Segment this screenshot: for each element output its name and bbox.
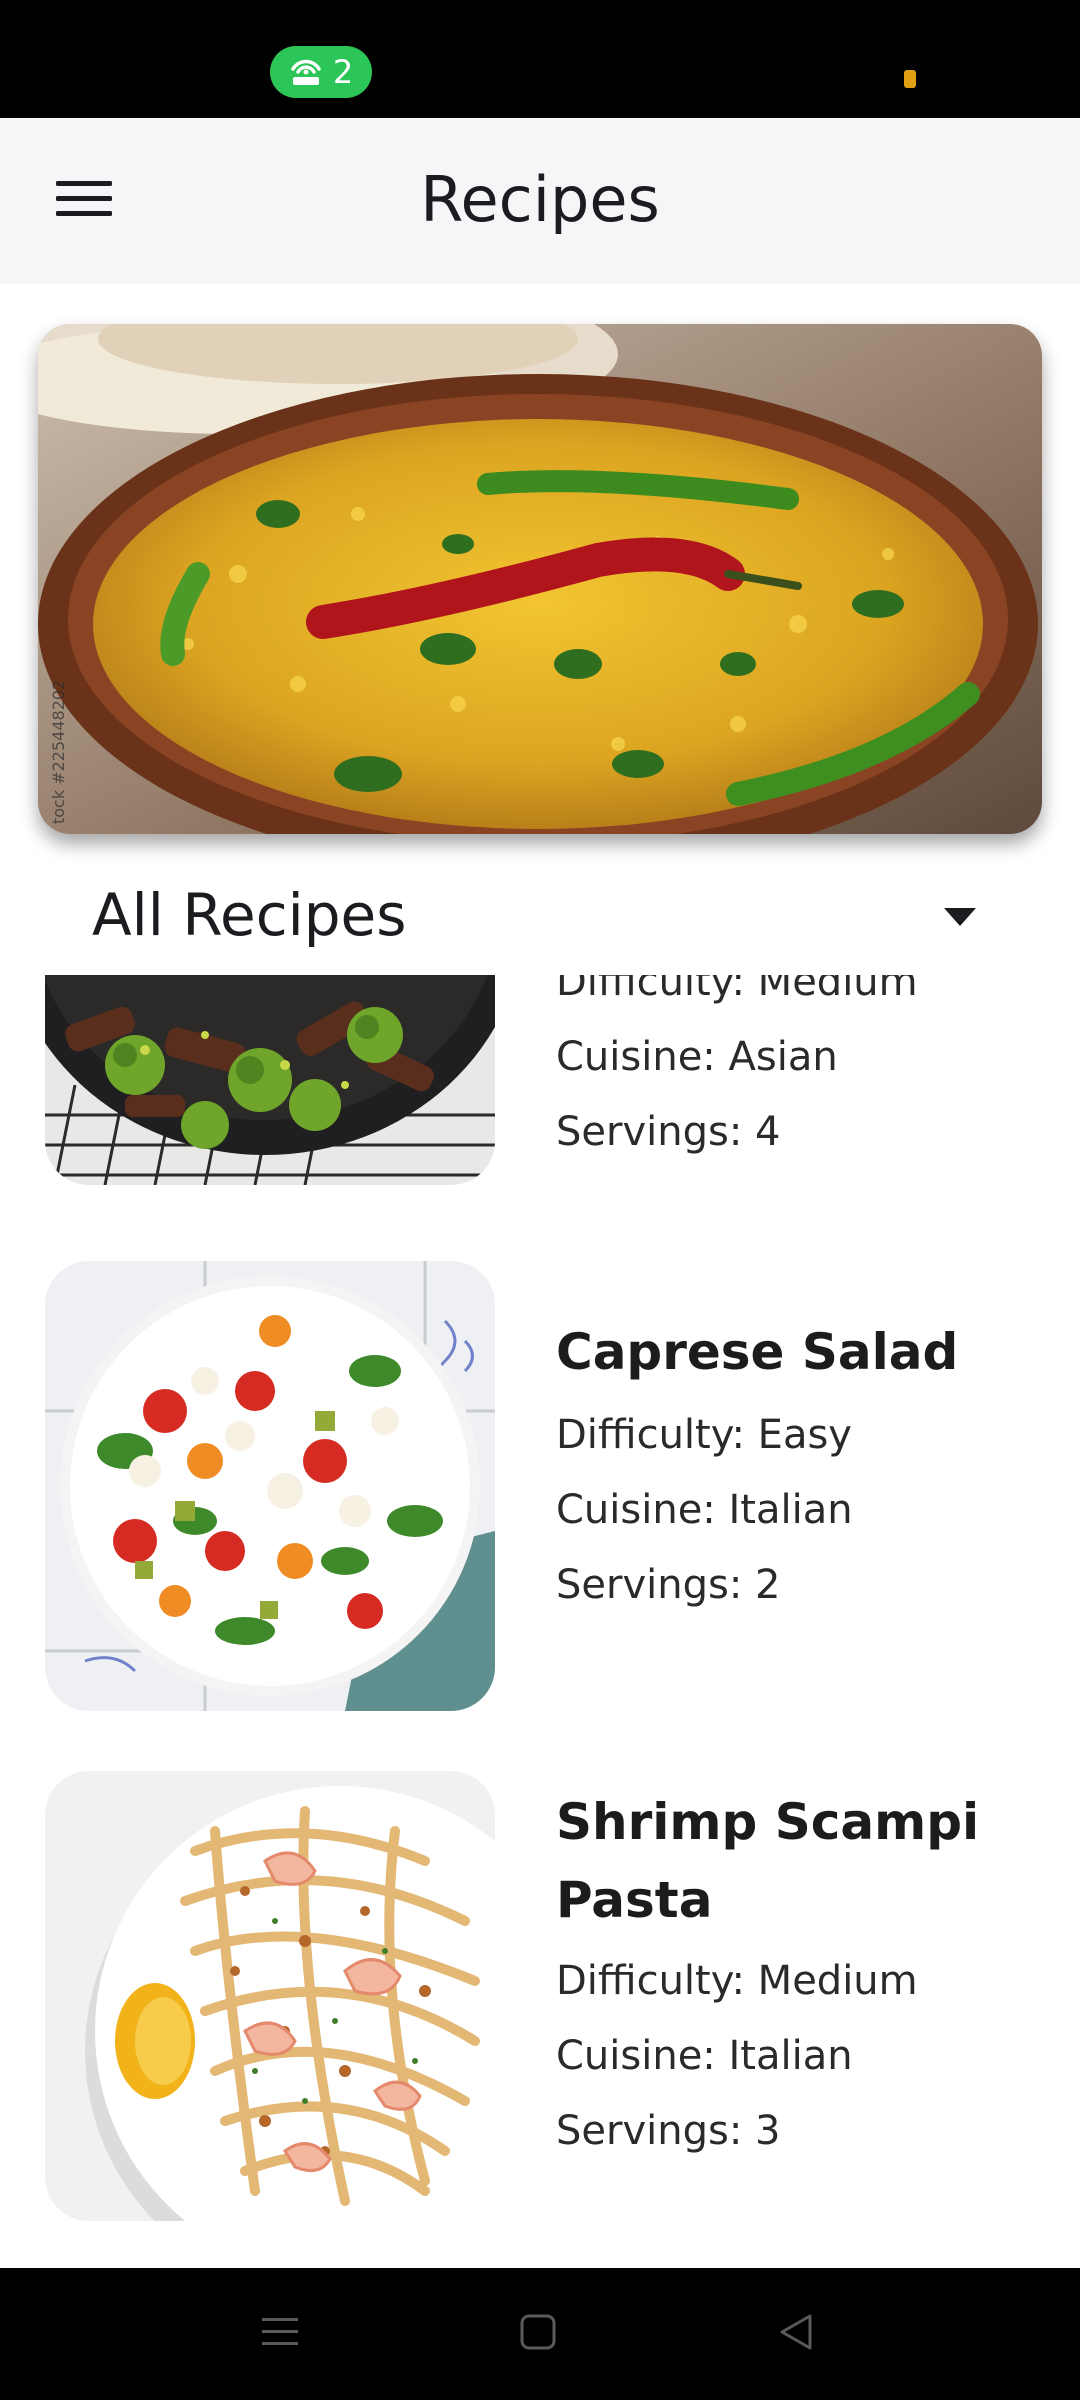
filter-selected-label: All Recipes <box>92 881 407 949</box>
recipe-cuisine: Cuisine: Italian <box>556 2033 853 2079</box>
page-title: Recipes <box>420 163 660 236</box>
recipe-image-beef-broccoli <box>45 975 495 1185</box>
recipe-servings: Servings: 4 <box>556 1109 781 1155</box>
recipes-screen: 2 Recipes tock #225448202 All Recipes Di… <box>0 0 1080 2400</box>
recipe-list[interactable]: Difficulty: Medium Cuisine: Asian Servin… <box>0 975 1080 2267</box>
hero-watermark: tock #225448202 <box>49 680 68 824</box>
home-icon <box>518 2312 558 2356</box>
dropdown-caret-icon <box>944 908 976 926</box>
hotspot-count: 2 <box>332 53 354 91</box>
recents-button[interactable] <box>240 2298 320 2370</box>
recipe-difficulty: Difficulty: Easy <box>556 1412 852 1458</box>
recipe-card[interactable]: Caprese Salad Difficulty: Easy Cuisine: … <box>0 1261 1080 1711</box>
recipe-servings: Servings: 2 <box>556 1562 781 1608</box>
category-filter-dropdown[interactable]: All Recipes <box>68 862 990 972</box>
hotspot-indicator[interactable]: 2 <box>270 46 372 98</box>
recipe-difficulty: Difficulty: Medium <box>556 975 918 1005</box>
system-navigation-bar <box>0 2268 1080 2400</box>
recipe-cuisine: Cuisine: Asian <box>556 1034 838 1080</box>
recents-icon <box>260 2312 300 2356</box>
recipe-cuisine: Cuisine: Italian <box>556 1487 853 1533</box>
recipe-name: Caprese Salad <box>556 1323 959 1381</box>
recipe-difficulty: Difficulty: Medium <box>556 1958 918 2004</box>
status-bar: 2 <box>0 0 1080 118</box>
back-icon <box>776 2312 816 2356</box>
home-button[interactable] <box>498 2298 578 2370</box>
battery-icon <box>904 70 916 88</box>
app-bar: Recipes <box>0 118 1080 284</box>
recipe-image-caprese-salad <box>45 1261 495 1711</box>
back-button[interactable] <box>756 2298 836 2370</box>
recipe-card[interactable]: Difficulty: Medium Cuisine: Asian Servin… <box>0 975 1080 1215</box>
recipe-name: Shrimp Scampi Pasta <box>556 1793 980 1929</box>
recipe-image-shrimp-scampi <box>45 1771 495 2221</box>
recipe-servings: Servings: 3 <box>556 2108 781 2154</box>
hotspot-icon <box>289 57 323 87</box>
recipe-card[interactable]: Shrimp Scampi Pasta Difficulty: Medium C… <box>0 1771 1080 2221</box>
featured-recipe-image[interactable]: tock #225448202 <box>38 324 1042 834</box>
